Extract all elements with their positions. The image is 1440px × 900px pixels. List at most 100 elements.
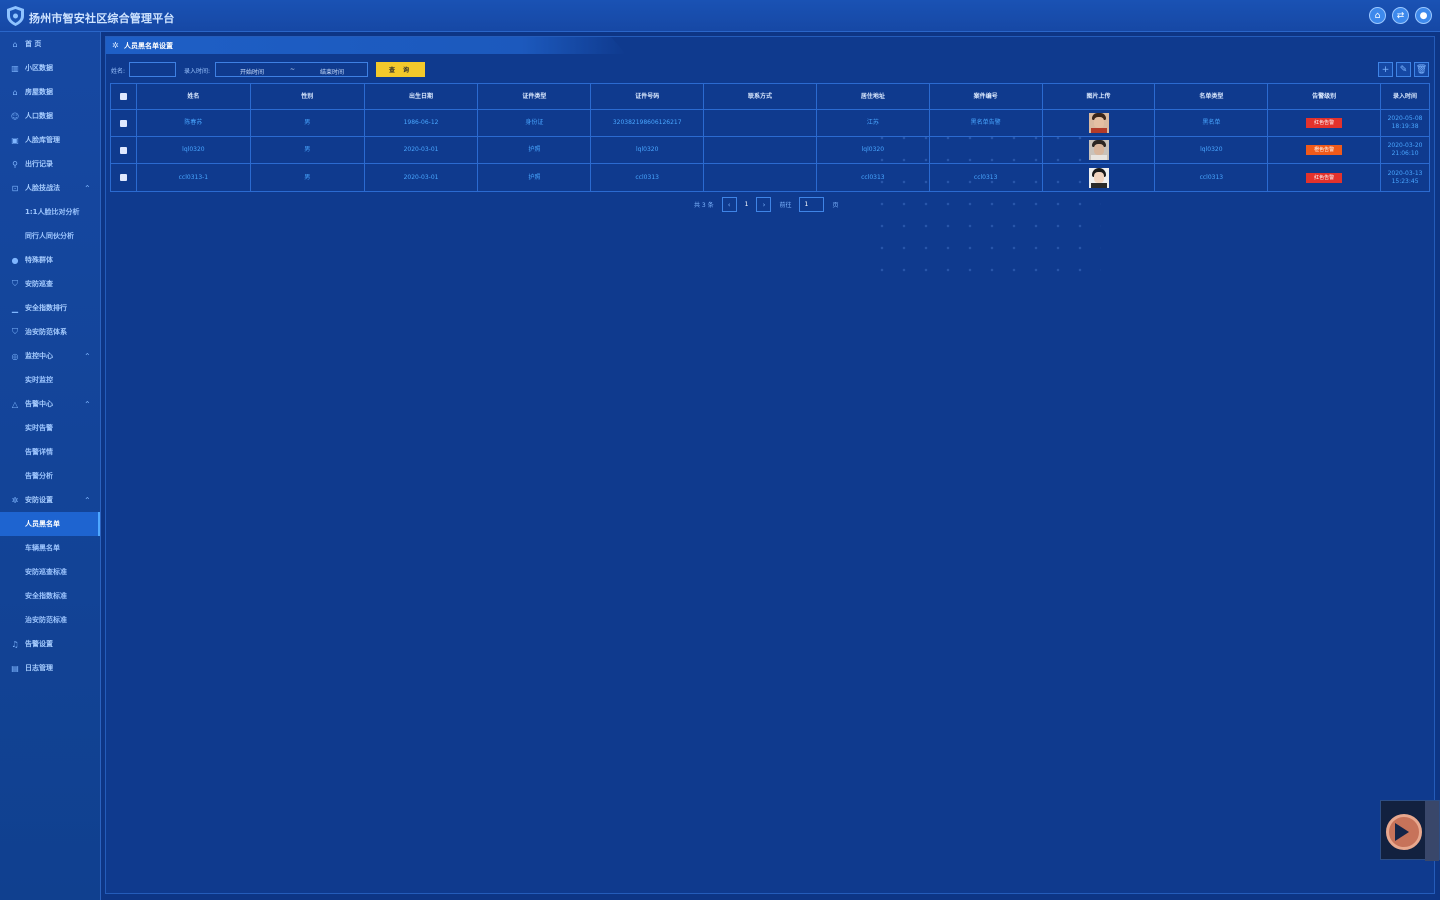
cell-alarm: 橙色告警 — [1268, 137, 1382, 163]
column-header: 名单类型 — [1155, 84, 1269, 109]
gear-icon: ✲ — [11, 495, 19, 505]
sidebar-item-safety-ranking[interactable]: ▁ 安全指数排行 — [0, 296, 100, 320]
range-separator: ~ — [290, 66, 296, 73]
cell-name: 陈春苏 — [137, 110, 251, 136]
prev-page-button[interactable]: ‹ — [721, 197, 737, 212]
app-title: 扬州市智安社区综合管理平台 — [29, 12, 175, 25]
cell-list-type: 黑名单 — [1155, 110, 1269, 136]
person-photo[interactable] — [1088, 167, 1109, 188]
sidebar-item-alarm-settings[interactable]: ♫ 告警设置 — [0, 632, 100, 656]
gear-icon: ✲ — [112, 41, 119, 50]
start-time-field[interactable]: 开始时间 — [240, 67, 264, 76]
next-page-button[interactable]: › — [756, 197, 772, 212]
chevron-up-icon: ⌃ — [84, 495, 91, 505]
row-checkbox[interactable] — [119, 174, 127, 181]
cell-address: ccl0313 — [817, 164, 930, 191]
table-row[interactable]: lql0320 男 2020-03-01 护照 lql0320 lql0320 … — [111, 137, 1429, 164]
floating-player-widget[interactable] — [1380, 800, 1440, 861]
cell-id-type: 身份证 — [478, 110, 592, 136]
entry-date: 2020-03-20 — [1387, 142, 1423, 149]
end-time-field[interactable]: 结束时间 — [320, 67, 344, 76]
edit-icon[interactable]: ✎ — [1396, 62, 1411, 77]
cell-name: ccl0313-1 — [137, 164, 251, 191]
column-header: 案件编号 — [930, 84, 1043, 109]
sidebar-item-alarm-detail[interactable]: 告警详情 — [0, 440, 100, 464]
sidebar-item-security-patrol[interactable]: ⛉ 安防巡查 — [0, 272, 100, 296]
cell-birth: 2020-03-01 — [365, 137, 479, 163]
page-number[interactable]: 1 — [745, 201, 749, 208]
face-library-icon: ▣ — [11, 135, 19, 145]
entry-time-label: 录入时间: — [184, 68, 211, 75]
column-header: 联系方式 — [704, 84, 817, 109]
date-range-picker[interactable]: 开始时间 ~ 结束时间 — [215, 62, 368, 77]
column-header: 证件类型 — [478, 84, 592, 109]
goto-page-input[interactable]: 1 — [799, 197, 825, 212]
select-all-checkbox[interactable] — [119, 93, 127, 100]
home-icon[interactable]: ⌂ — [1369, 7, 1386, 24]
cell-alarm: 红色告警 — [1268, 164, 1382, 191]
sidebar-item-community-data[interactable]: ▥ 小区数据 — [0, 56, 100, 80]
sidebar-item-face-tactics[interactable]: ⊡ 人脸技战法 ⌃ — [0, 176, 100, 200]
bell-icon: ♫ — [11, 639, 19, 649]
sidebar-item-patrol-standard[interactable]: 安防巡查标准 — [0, 560, 100, 584]
cell-birth: 2020-03-01 — [365, 164, 479, 191]
cell-address: 江苏 — [817, 110, 930, 136]
entry-clock: 21:06:10 — [1391, 150, 1419, 157]
entry-clock: 15:23:45 — [1391, 177, 1419, 185]
row-checkbox[interactable] — [119, 146, 127, 154]
select-all-cell — [111, 84, 137, 109]
blacklist-table: 姓名 性别 出生日期 证件类型 证件号码 联系方式 居住地址 案件编号 图片上传… — [110, 83, 1430, 192]
column-header: 性别 — [251, 84, 365, 109]
add-icon[interactable]: + — [1378, 62, 1393, 77]
sidebar-item-security-standard[interactable]: 治安防范标准 — [0, 608, 100, 632]
alarm-level-badge: 红色告警 — [1306, 172, 1343, 183]
sidebar-item-alarm-center[interactable]: △ 告警中心 ⌃ — [0, 392, 100, 416]
shield-icon: ⛉ — [12, 279, 18, 288]
table-row[interactable]: ccl0313-1 男 2020-03-01 护照 ccl0313 ccl031… — [111, 164, 1429, 191]
sidebar-item-special-groups[interactable]: ● 特殊群体 — [0, 248, 100, 272]
switch-icon[interactable]: ⇄ — [1392, 7, 1409, 24]
sidebar-item-security-system[interactable]: ⛉ 治安防范体系 — [0, 320, 100, 344]
sidebar-item-monitor-center[interactable]: ◎ 监控中心 ⌃ — [0, 344, 100, 368]
sidebar-item-realtime-monitor[interactable]: 实时监控 — [0, 368, 100, 392]
sidebar-item-face-library[interactable]: ▣ 人脸库管理 — [0, 128, 100, 152]
row-checkbox[interactable] — [119, 119, 127, 127]
column-header: 告警级别 — [1268, 84, 1382, 109]
delete-icon[interactable]: 🗑 — [1414, 62, 1429, 77]
sidebar-item-face-compare[interactable]: 1:1人脸比对分析 — [0, 200, 100, 224]
cell-time: 2020-03-20 21:06:10 — [1381, 137, 1429, 163]
cell-photo — [1043, 110, 1156, 136]
sidebar-item-vehicle-blacklist[interactable]: 车辆黑名单 — [0, 536, 100, 560]
sidebar-item-security-settings[interactable]: ✲ 安防设置 ⌃ — [0, 488, 100, 512]
pagination: 共 3 条 ‹ 1 › 前往 1 页 — [694, 197, 839, 212]
column-header: 出生日期 — [365, 84, 479, 109]
sidebar-item-companion-analysis[interactable]: 同行人同伙分析 — [0, 224, 100, 248]
main-panel: ✲ 人员黑名单设置 姓名: 录入时间: 开始时间 ~ 结束时间 查 询 + ✎ … — [105, 36, 1435, 894]
name-input[interactable] — [129, 62, 176, 77]
sidebar-item-realtime-alarm[interactable]: 实时告警 — [0, 416, 100, 440]
column-header: 证件号码 — [591, 84, 705, 109]
cell-contact — [704, 137, 817, 163]
user-icon[interactable]: ● — [1415, 7, 1432, 24]
face-scan-icon: ⊡ — [11, 183, 19, 193]
sidebar-item-population-data[interactable]: ☺ 人口数据 — [0, 104, 100, 128]
person-photo[interactable] — [1088, 140, 1109, 160]
person-photo[interactable] — [1088, 113, 1109, 133]
sidebar-item-person-blacklist[interactable]: 人员黑名单 — [0, 512, 100, 536]
house-icon: ⌂ — [12, 87, 18, 97]
sidebar-item-log-management[interactable]: ▤ 日志管理 — [0, 656, 100, 680]
sidebar-item-house-data[interactable]: ⌂ 房屋数据 — [0, 80, 100, 104]
sidebar-item-home[interactable]: ⌂ 首 页 — [0, 32, 100, 56]
play-icon — [1395, 823, 1409, 841]
people-icon: ☺ — [10, 111, 20, 121]
entry-date: 2020-05-08 — [1387, 115, 1423, 122]
user-icon: ● — [11, 255, 19, 265]
chevron-up-icon: ⌃ — [84, 399, 91, 409]
sidebar-item-safety-standard[interactable]: 安全指数标准 — [0, 584, 100, 608]
cell-id-no: 320382198606126217 — [591, 110, 705, 136]
drag-handle[interactable] — [1425, 801, 1439, 861]
table-row[interactable]: 陈春苏 男 1986-06-12 身份证 320382198606126217 … — [111, 110, 1429, 137]
query-button[interactable]: 查 询 — [376, 62, 425, 77]
sidebar-item-travel-records[interactable]: ⚲ 出行记录 — [0, 152, 100, 176]
sidebar-item-alarm-analysis[interactable]: 告警分析 — [0, 464, 100, 488]
